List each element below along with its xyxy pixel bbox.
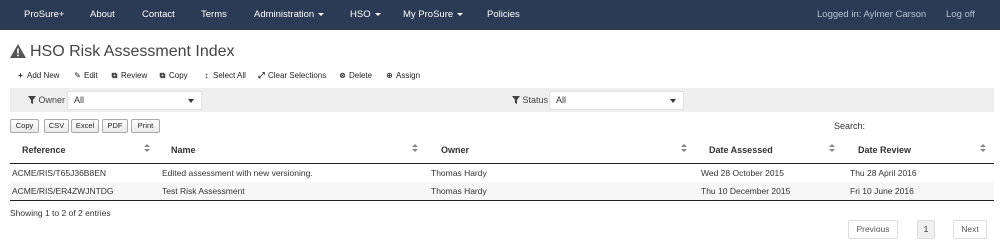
caret-down-icon [457, 12, 464, 16]
sort-icon[interactable] [412, 144, 418, 154]
pagination-previous-button[interactable]: Previous [848, 220, 898, 239]
remove-circle-icon: ⊗ [339, 71, 346, 80]
table-row[interactable]: ACME/RIS/ER4ZWJNTDG Test Risk Assessment… [10, 182, 994, 200]
plus-icon: + [18, 71, 23, 80]
sort-icon[interactable] [829, 144, 835, 154]
export-copy-button[interactable]: Copy [10, 119, 39, 133]
edit-button[interactable]: ✎ Edit [73, 70, 98, 82]
column-header-reference[interactable]: Reference [22, 143, 66, 163]
export-csv-button[interactable]: CSV [44, 119, 69, 133]
cell-name: Test Risk Assessment [162, 186, 245, 196]
sort-icon[interactable] [681, 144, 687, 154]
logged-in-user: Logged in: Aylmer Carson [817, 9, 927, 20]
copy-icon: ⧉ [111, 71, 118, 80]
page-title: HSO Risk Assessment Index [30, 43, 235, 60]
copy-button[interactable]: ⧉ Copy [158, 70, 188, 82]
column-header-name[interactable]: Name [171, 143, 196, 163]
logout-link[interactable]: Log off [946, 0, 975, 30]
filter-icon [512, 96, 520, 104]
chevron-down-icon [188, 99, 194, 103]
nav-my-prosure[interactable]: My ProSure [403, 0, 464, 30]
chevron-down-icon [670, 99, 676, 103]
cell-date-assessed: Thu 10 December 2015 [701, 186, 791, 196]
search-label: Search: [834, 121, 866, 131]
caret-down-icon [318, 12, 325, 16]
sort-icon: ↕ [204, 71, 209, 80]
nav-about[interactable]: About [90, 0, 115, 30]
nav-contact[interactable]: Contact [142, 0, 175, 30]
top-navbar: ProSure+ About Contact Terms Administrat… [0, 0, 1000, 30]
cell-owner: Thomas Hardy [431, 168, 487, 178]
nav-terms[interactable]: Terms [201, 0, 227, 30]
edit-icon: ✎ [74, 71, 81, 80]
caret-down-icon [374, 12, 381, 16]
column-header-date-review[interactable]: Date Review [858, 143, 911, 163]
export-print-button[interactable]: Print [131, 119, 160, 133]
add-new-button[interactable]: + Add New [16, 70, 59, 82]
pagination-page-1[interactable]: 1 [917, 220, 935, 239]
nav-prosure-plus[interactable]: ProSure+ [24, 0, 64, 30]
assign-icon: ⊕ [386, 71, 393, 80]
column-header-owner[interactable]: Owner [441, 143, 469, 163]
status-filter-select[interactable]: All [549, 91, 684, 110]
status-filter-label: Status [512, 88, 548, 112]
table-row[interactable]: ACME/RIS/T65J36B8EN Edited assessment wi… [10, 164, 994, 182]
sort-icon[interactable] [144, 144, 150, 154]
warning-icon [10, 44, 26, 58]
export-pdf-button[interactable]: PDF [102, 119, 128, 133]
cell-date-assessed: Wed 28 October 2015 [701, 168, 785, 178]
filter-bar: Owner All Status All [10, 88, 994, 112]
review-button[interactable]: ⧉ Review [110, 70, 148, 82]
cell-owner: Thomas Hardy [431, 186, 487, 196]
assign-button[interactable]: ⊕ Assign [385, 70, 420, 82]
cell-reference: ACME/RIS/T65J36B8EN [12, 168, 107, 178]
table-info: Showing 1 to 2 of 2 entries [10, 208, 111, 218]
filter-icon [28, 96, 36, 104]
owner-filter-label: Owner [28, 88, 65, 112]
nav-administration[interactable]: Administration [254, 0, 325, 30]
clear-selections-button[interactable]: ⤢ Clear Selections [257, 70, 326, 82]
table-footer-divider [10, 200, 994, 201]
nav-policies[interactable]: Policies [487, 0, 520, 30]
delete-button[interactable]: ⊗ Delete [338, 70, 372, 82]
pagination-next-button[interactable]: Next [953, 220, 987, 239]
copy-icon: ⧉ [159, 71, 166, 80]
export-excel-button[interactable]: Excel [71, 119, 99, 133]
cell-reference: ACME/RIS/ER4ZWJNTDG [12, 186, 114, 196]
cell-date-review: Thu 28 April 2016 [850, 168, 917, 178]
owner-filter-select[interactable]: All [67, 91, 202, 110]
sort-icon[interactable] [980, 144, 986, 154]
cell-name: Edited assessment with new versioning. [162, 168, 313, 178]
column-header-date-assessed[interactable]: Date Assessed [709, 143, 773, 163]
resize-icon: ⤢ [258, 71, 265, 80]
select-all-button[interactable]: ↕ Select All [202, 70, 246, 82]
cell-date-review: Fri 10 June 2016 [850, 186, 914, 196]
nav-hso[interactable]: HSO [350, 0, 381, 30]
